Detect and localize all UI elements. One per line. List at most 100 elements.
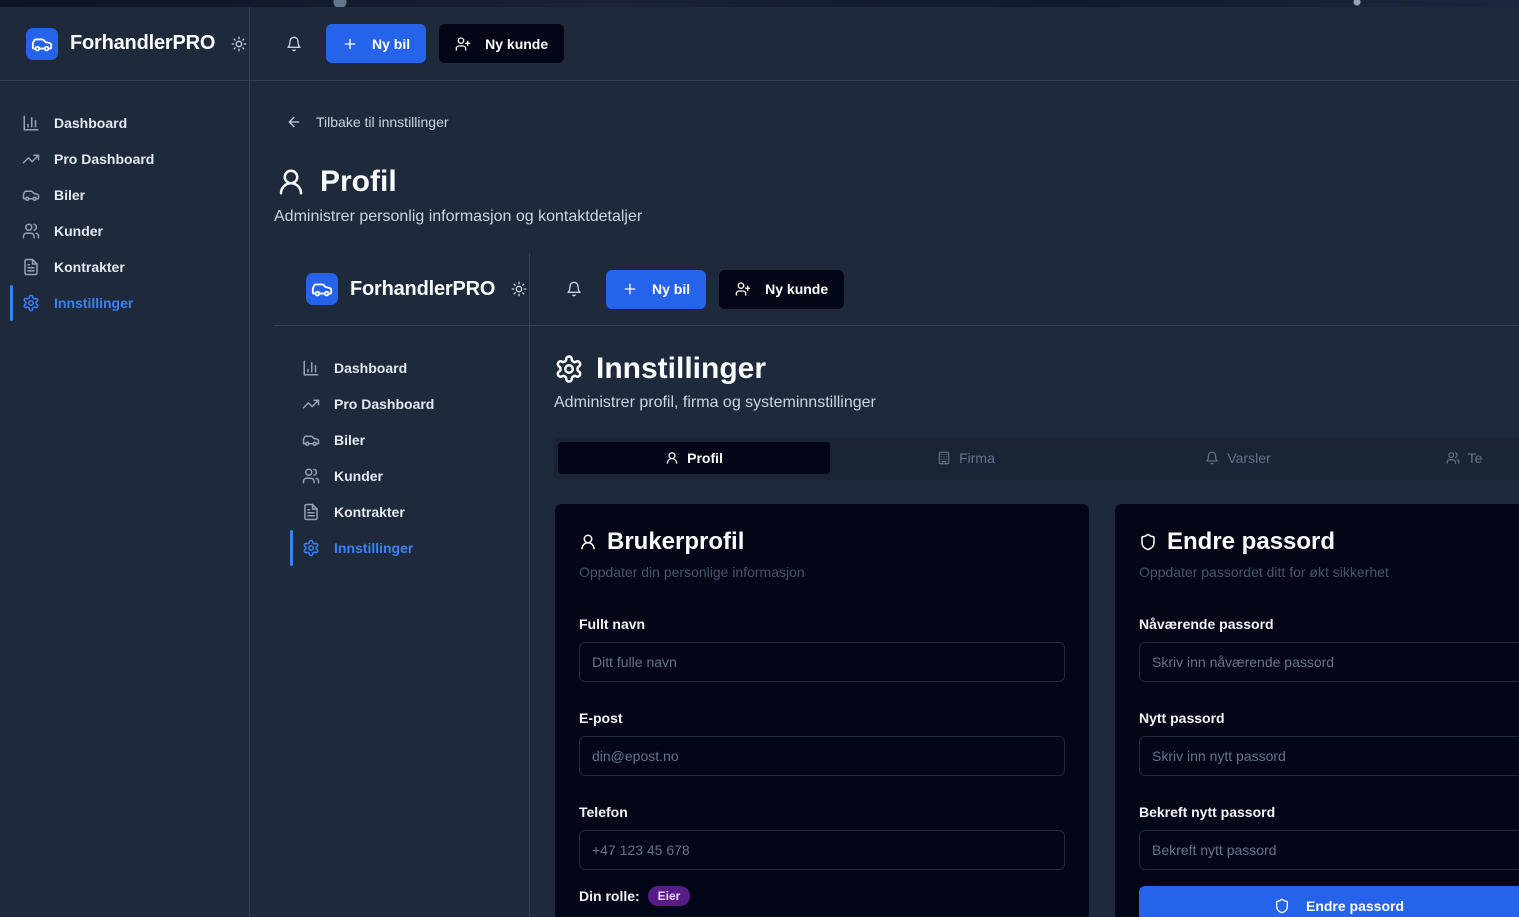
current-password-input[interactable] bbox=[1139, 642, 1519, 682]
role-badge: Eier bbox=[647, 886, 691, 906]
confirm-password-input[interactable] bbox=[1139, 830, 1519, 870]
bar-chart-icon bbox=[23, 115, 39, 131]
sidebar-item-label: Kontrakter bbox=[334, 504, 405, 520]
new-car-button[interactable]: Ny bil bbox=[606, 269, 707, 309]
tab-firma[interactable]: Firma bbox=[830, 442, 1102, 474]
sidebar-item-dashboard[interactable]: Dashboard bbox=[274, 350, 529, 386]
sidebar-item-biler[interactable]: Biler bbox=[0, 177, 249, 213]
gear-icon bbox=[556, 355, 582, 383]
shield-icon bbox=[1141, 533, 1155, 551]
users-icon bbox=[1446, 452, 1460, 464]
trending-up-icon bbox=[302, 399, 320, 409]
plus-icon bbox=[344, 38, 356, 49]
new-customer-label: Ny kunde bbox=[765, 281, 829, 297]
new-customer-button[interactable]: Ny kunde bbox=[719, 269, 845, 309]
tab-profil[interactable]: Profil bbox=[558, 442, 830, 474]
bar-chart-icon bbox=[303, 360, 319, 376]
gear-icon bbox=[303, 539, 319, 557]
sidebar-item-label: Innstillinger bbox=[54, 295, 134, 311]
settings-title: Innstillinger bbox=[554, 352, 766, 386]
inner-main: Innstillinger Administrer profil, firma … bbox=[530, 326, 1519, 917]
tab-label: Varsler bbox=[1227, 450, 1271, 466]
users-icon bbox=[302, 468, 320, 484]
sidebar-item-kontrakter[interactable]: Kontrakter bbox=[274, 494, 529, 530]
profile-card: Brukerprofil Oppdater din personlige inf… bbox=[554, 503, 1090, 917]
embedded-preview: ForhandlerPRO Ny bil Ny kunde Dashboard bbox=[274, 253, 1519, 917]
user-icon bbox=[666, 452, 678, 464]
settings-subtitle: Administrer profil, firma og systeminnst… bbox=[554, 394, 876, 411]
tab-label: Firma bbox=[959, 450, 995, 466]
user-icon bbox=[279, 169, 303, 195]
new-car-label: Ny bil bbox=[652, 281, 691, 297]
sidebar-item-biler[interactable]: Biler bbox=[274, 422, 529, 458]
role-row: Din rolle: Eier bbox=[579, 886, 1065, 906]
theme-toggle-sun-icon[interactable] bbox=[231, 36, 247, 52]
role-label: Din rolle: bbox=[579, 888, 640, 904]
user-plus-icon bbox=[455, 36, 471, 51]
sidebar-item-pro-dashboard[interactable]: Pro Dashboard bbox=[0, 141, 249, 177]
plus-icon bbox=[624, 283, 636, 295]
sidebar-item-kunder[interactable]: Kunder bbox=[0, 213, 249, 249]
sidebar-item-kontrakter[interactable]: Kontrakter bbox=[0, 249, 249, 285]
page-subtitle: Administrer personlig informasjon og kon… bbox=[274, 208, 643, 225]
password-card-title: Endre passord bbox=[1139, 528, 1509, 556]
shield-icon bbox=[1275, 898, 1288, 914]
new-password-input[interactable] bbox=[1139, 736, 1519, 776]
arrow-left-icon bbox=[288, 116, 300, 128]
change-password-label: Endre passord bbox=[1305, 898, 1405, 914]
top-strip bbox=[0, 0, 1519, 7]
password-card-title-text: Endre passord bbox=[1167, 528, 1336, 555]
sidebar-item-innstillinger[interactable]: Innstillinger bbox=[274, 530, 529, 566]
password-card: Endre passord Oppdater passordet ditt fo… bbox=[1114, 503, 1519, 917]
full-name-input[interactable] bbox=[579, 642, 1065, 682]
car-logo-icon bbox=[26, 27, 58, 60]
sidebar-item-label: Biler bbox=[334, 432, 366, 448]
sidebar-item-dashboard[interactable]: Dashboard bbox=[0, 105, 249, 141]
sidebar-item-label: Innstillinger bbox=[334, 540, 414, 556]
page-title-text: Profil bbox=[320, 165, 397, 198]
sidebar-item-label: Dashboard bbox=[334, 360, 408, 376]
users-icon bbox=[22, 223, 40, 239]
sidebar-item-label: Kontrakter bbox=[54, 259, 125, 275]
profile-card-title: Brukerprofil bbox=[579, 528, 1065, 556]
sidebar: Dashboard Pro Dashboard Biler Kunder Kon… bbox=[0, 81, 250, 917]
full-name-label: Fullt navn bbox=[579, 616, 646, 632]
sidebar-item-label: Pro Dashboard bbox=[54, 151, 155, 167]
confirm-password-label: Bekreft nytt passord bbox=[1139, 804, 1276, 820]
change-password-button[interactable]: Endre passord bbox=[1139, 886, 1519, 917]
brand-name: ForhandlerPRO bbox=[350, 277, 496, 300]
bell-icon bbox=[1206, 451, 1219, 465]
tab-label: Profil bbox=[687, 450, 723, 466]
new-customer-button[interactable]: Ny kunde bbox=[439, 24, 565, 63]
new-password-label: Nytt passord bbox=[1139, 710, 1225, 726]
sidebar-item-label: Kunder bbox=[334, 468, 383, 484]
car-icon bbox=[302, 435, 320, 446]
sidebar-item-kunder[interactable]: Kunder bbox=[274, 458, 529, 494]
email-input[interactable] bbox=[579, 736, 1065, 776]
file-text-icon bbox=[24, 258, 38, 276]
file-text-icon bbox=[304, 503, 318, 521]
sidebar-item-label: Kunder bbox=[54, 223, 103, 239]
top-header: Ny bil Ny kunde bbox=[250, 7, 1519, 81]
main-content: Tilbake til innstillinger Profil Adminis… bbox=[250, 81, 1519, 917]
sidebar-item-pro-dashboard[interactable]: Pro Dashboard bbox=[274, 386, 529, 422]
tab-label: Te bbox=[1467, 450, 1483, 466]
back-link[interactable]: Tilbake til innstillinger bbox=[286, 114, 449, 130]
tab-team[interactable]: Te bbox=[1374, 442, 1519, 474]
bell-icon[interactable] bbox=[560, 275, 588, 303]
sidebar-item-innstillinger[interactable]: Innstillinger bbox=[0, 285, 249, 321]
user-icon bbox=[581, 534, 595, 550]
car-icon bbox=[22, 190, 40, 201]
user-plus-icon bbox=[735, 282, 751, 296]
profile-card-subtitle: Oppdater din personlige informasjon bbox=[579, 564, 805, 580]
tab-varsler[interactable]: Varsler bbox=[1102, 442, 1374, 474]
new-car-button[interactable]: Ny bil bbox=[326, 24, 427, 63]
gear-icon bbox=[23, 294, 39, 312]
bell-icon[interactable] bbox=[280, 30, 308, 58]
password-card-subtitle: Oppdater passordet ditt for økt sikkerhe… bbox=[1139, 564, 1389, 580]
new-customer-label: Ny kunde bbox=[485, 35, 549, 52]
phone-input[interactable] bbox=[579, 830, 1065, 870]
theme-toggle-sun-icon[interactable] bbox=[511, 281, 527, 297]
trending-up-icon bbox=[22, 154, 40, 164]
phone-label: Telefon bbox=[579, 804, 628, 820]
